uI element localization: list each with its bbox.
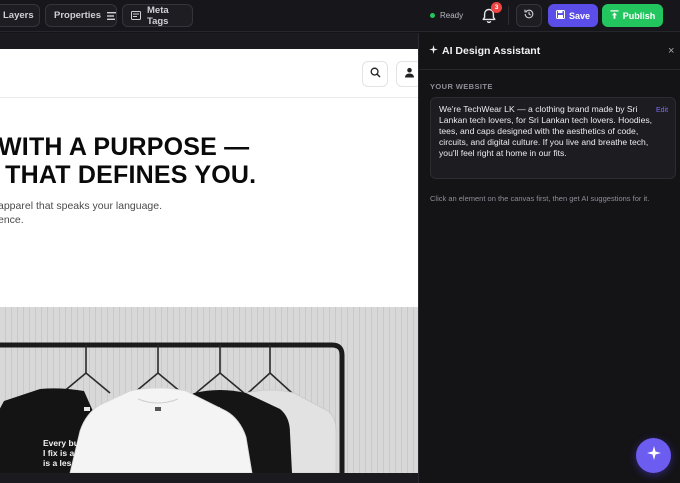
save-button-label: Save <box>568 10 591 21</box>
meta-tags-icon <box>131 11 141 20</box>
site-nav-divider <box>0 97 418 98</box>
save-status: Ready <box>430 11 463 20</box>
status-text: Ready <box>440 11 464 20</box>
hero-title-line-2: THAT DEFINES YOU. <box>0 161 257 189</box>
bell-icon <box>479 8 499 30</box>
ai-suggest-fab[interactable] <box>636 438 671 473</box>
top-toolbar: Layers Properties Meta Tags Ready 3 Save <box>0 0 680 32</box>
history-icon <box>523 7 535 25</box>
properties-button[interactable]: Properties <box>45 4 117 27</box>
save-icon <box>555 10 565 21</box>
meta-tags-button[interactable]: Meta Tags <box>122 4 193 27</box>
upload-icon <box>610 10 619 21</box>
publish-button-label: Publish <box>622 10 656 21</box>
notification-badge: 3 <box>491 2 502 13</box>
status-dot <box>430 13 435 18</box>
hero-image[interactable]: Every bu I fix is a is a les <box>0 307 418 473</box>
hero-title[interactable]: WITH A PURPOSE — THAT DEFINES YOU. <box>0 133 418 189</box>
meta-tags-button-label: Meta Tags <box>147 4 169 27</box>
layers-button[interactable]: Layers <box>0 4 40 27</box>
publish-button[interactable]: Publish <box>602 4 663 27</box>
section-label-your-website: YOUR WEBSITE <box>430 82 493 91</box>
layers-button-label: Layers <box>3 10 34 21</box>
panel-title: AI Design Assistant <box>429 45 540 57</box>
sparkle-icon <box>429 45 438 57</box>
hero-subtitle-line-2: ence. <box>0 214 24 226</box>
site-search-button[interactable] <box>362 61 388 87</box>
properties-button-label: Properties <box>54 10 101 21</box>
shirt-print-text: Every bu I fix is a is a les <box>43 438 79 468</box>
panel-title-text: AI Design Assistant <box>442 45 541 57</box>
hero-title-line-1: WITH A PURPOSE — <box>0 133 250 161</box>
ai-assistant-panel: AI Design Assistant × YOUR WEBSITE We're… <box>418 33 680 483</box>
user-icon <box>404 65 415 83</box>
panel-header: AI Design Assistant × <box>419 33 680 70</box>
properties-icon <box>107 11 116 20</box>
save-button[interactable]: Save <box>548 4 598 27</box>
website-description-card: We're TechWear LK — a clothing brand mad… <box>430 97 676 179</box>
hero-subtitle-line-1: apparel that speaks your language. <box>0 200 163 212</box>
editor-canvas[interactable]: WITH A PURPOSE — THAT DEFINES YOU. appar… <box>0 33 418 483</box>
toolbar-divider <box>508 6 509 25</box>
site-account-button[interactable] <box>396 61 418 87</box>
edit-description-button[interactable]: Edit <box>656 105 668 116</box>
history-button[interactable] <box>516 4 542 27</box>
page-preview[interactable]: WITH A PURPOSE — THAT DEFINES YOU. appar… <box>0 49 418 473</box>
shirt-text-line-1: Every bu <box>43 438 79 448</box>
search-icon <box>370 65 381 83</box>
panel-hint-text: Click an element on the canvas first, th… <box>430 194 650 203</box>
website-description-text: We're TechWear LK — a clothing brand mad… <box>439 104 653 158</box>
shirt-text-line-2: I fix is a <box>43 448 75 458</box>
close-icon[interactable]: × <box>668 45 674 57</box>
shirt-text-line-3: is a les <box>43 458 72 468</box>
hero-subtitle[interactable]: apparel that speaks your language. ence. <box>0 199 162 227</box>
sparkle-icon <box>646 446 661 465</box>
